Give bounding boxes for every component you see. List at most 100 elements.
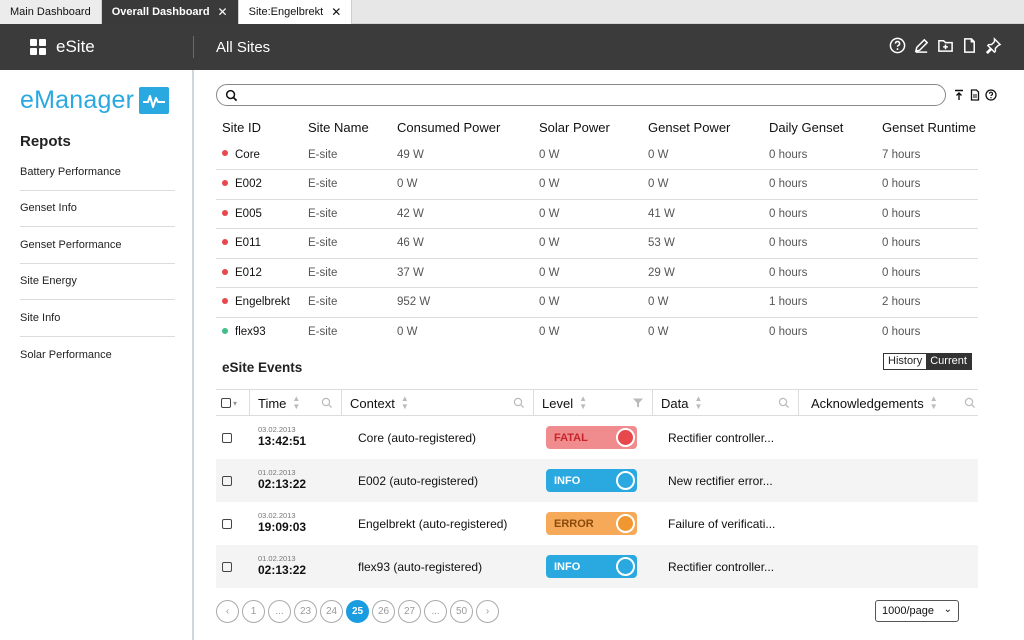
sites-column-5[interactable]: Daily Genset — [763, 114, 876, 140]
table-row[interactable]: flex93 E-site 0 W 0 W 0 W 0 hours 0 hours — [216, 317, 978, 347]
column-acknowledgements[interactable]: Acknowledgements ▲ ▼ — [799, 390, 978, 416]
toggle-history[interactable]: History — [884, 354, 926, 369]
search-input[interactable] — [243, 87, 933, 103]
level-badge[interactable]: ERROR — [546, 512, 637, 535]
level-badge[interactable]: INFO — [546, 469, 637, 492]
event-date: 01.02.2013 — [258, 468, 296, 477]
page-button[interactable]: 50 — [450, 600, 473, 623]
cell-text: 0 W — [539, 207, 560, 220]
sites-column-6[interactable]: Genset Runtime — [876, 114, 978, 140]
table-cell: 0 W — [642, 140, 763, 170]
level-knob-icon — [616, 428, 635, 447]
sort-icon[interactable]: ▲ ▼ — [930, 395, 938, 411]
sites-column-2[interactable]: Consumed Power — [391, 114, 533, 140]
per-page-select[interactable]: 1000/page ⌄ — [875, 600, 959, 622]
sidebar-item-genset-info[interactable]: Genset Info — [20, 191, 175, 227]
page-button[interactable]: 26 — [372, 600, 395, 623]
search-icon[interactable] — [513, 397, 525, 409]
page-button[interactable]: 24 — [320, 600, 343, 623]
table-cell: 7 hours — [876, 140, 978, 170]
close-icon[interactable]: ✕ — [218, 5, 228, 19]
add-folder-icon[interactable] — [937, 37, 954, 54]
event-context: Core (auto-registered) — [358, 431, 477, 445]
sidebar-item-battery-performance[interactable]: Battery Performance — [20, 154, 175, 191]
upload-icon[interactable] — [953, 89, 965, 101]
sort-icon[interactable]: ▲ ▼ — [694, 395, 702, 411]
table-cell: E011 — [216, 228, 302, 259]
close-icon[interactable]: ✕ — [331, 5, 341, 19]
next-page-button[interactable]: › — [476, 600, 499, 623]
column-level[interactable]: Level ▲ ▼ — [534, 390, 653, 416]
help-icon[interactable] — [889, 37, 906, 54]
table-row[interactable]: E011 E-site 46 W 0 W 53 W 0 hours 0 hours — [216, 228, 978, 259]
sites-column-3[interactable]: Solar Power — [533, 114, 642, 140]
column-context-label: Context — [350, 395, 395, 411]
table-row[interactable]: E012 E-site 37 W 0 W 29 W 0 hours 0 hours — [216, 258, 978, 288]
cell-text: 2 hours — [882, 296, 921, 309]
toggle-current[interactable]: Current — [926, 354, 971, 369]
table-row[interactable]: E005 E-site 42 W 0 W 41 W 0 hours 0 hours — [216, 199, 978, 229]
search-icon[interactable] — [321, 397, 333, 409]
edit-icon[interactable] — [913, 37, 930, 54]
help-icon[interactable] — [985, 89, 997, 101]
page-button[interactable]: 25 — [346, 600, 369, 623]
pin-icon[interactable] — [985, 37, 1002, 54]
event-data: Rectifier controller... — [668, 431, 775, 445]
cell-text: 0 W — [648, 296, 669, 309]
tab-1[interactable]: Overall Dashboard ✕ — [101, 0, 239, 24]
event-time: 19:09:03 — [258, 520, 307, 534]
tab-0[interactable]: Main Dashboard — [0, 0, 102, 24]
prev-page-button[interactable]: ‹ — [216, 600, 239, 623]
sort-icon[interactable]: ▲ ▼ — [401, 395, 409, 411]
table-cell: 0 W — [533, 317, 642, 347]
row-checkbox[interactable] — [222, 433, 232, 443]
table-row[interactable]: Engelbrekt E-site 952 W 0 W 0 W 1 hours 2 hour… — [216, 287, 978, 318]
search-icon[interactable] — [964, 397, 976, 409]
event-row[interactable]: 01.02.2013 02:13:22 E002 (auto-registered)… — [216, 459, 978, 502]
sidebar-item-site-energy[interactable]: Site Energy — [20, 264, 175, 300]
chevron-down-icon: ⌄ — [943, 604, 952, 615]
app-brand[interactable]: eSite — [30, 24, 95, 70]
row-checkbox[interactable] — [222, 519, 232, 529]
event-row[interactable]: 03.02.2013 19:09:03 Engelbrekt (auto-regis… — [216, 502, 978, 545]
sidebar-item-site-info[interactable]: Site Info — [20, 300, 175, 337]
table-cell: E-site — [302, 287, 391, 318]
sites-column-4[interactable]: Genset Power — [642, 114, 763, 140]
level-badge[interactable]: FATAL — [546, 426, 637, 449]
sort-icon[interactable]: ▲ ▼ — [579, 395, 587, 411]
events-title: eSite Events — [222, 360, 303, 375]
level-label: FATAL — [554, 431, 588, 444]
sites-column-1[interactable]: Site Name — [302, 114, 391, 140]
table-row[interactable]: Core E-site 49 W 0 W 0 W 0 hours 7 hours — [216, 140, 978, 170]
event-time: 02:13:22 — [258, 477, 307, 491]
table-cell: 41 W — [642, 199, 763, 229]
page-button[interactable]: 23 — [294, 600, 317, 623]
sidebar-item-genset-performance[interactable]: Genset Performance — [20, 227, 175, 264]
row-checkbox[interactable] — [222, 562, 232, 572]
row-checkbox[interactable] — [222, 476, 232, 486]
search-icon[interactable] — [778, 397, 790, 409]
document-icon[interactable] — [961, 37, 978, 54]
event-data: Failure of verificati... — [668, 517, 776, 531]
level-badge[interactable]: INFO — [546, 555, 637, 578]
column-time[interactable]: Time ▲ ▼ — [250, 390, 342, 416]
table-row[interactable]: E002 E-site 0 W 0 W 0 W 0 hours 0 hours — [216, 169, 978, 200]
document-icon[interactable] — [969, 89, 981, 101]
tab-2[interactable]: Site:Engelbrekt ✕ — [238, 0, 353, 24]
page-button[interactable]: 27 — [398, 600, 421, 623]
sites-column-0[interactable]: Site ID — [216, 114, 302, 140]
column-data[interactable]: Data ▲ ▼ — [653, 390, 799, 416]
logo-text: eManager — [20, 86, 135, 114]
event-row[interactable]: 01.02.2013 02:13:22 flex93 (auto-registere… — [216, 545, 978, 588]
app-name: eSite — [56, 37, 95, 56]
event-row[interactable]: 03.02.2013 13:42:51 Core (auto-registered)… — [216, 416, 978, 459]
cell-text: 41 W — [648, 207, 675, 220]
select-all-checkbox[interactable] — [221, 398, 231, 408]
sort-icon[interactable]: ▲ ▼ — [292, 395, 300, 411]
column-context[interactable]: Context ▲ ▼ — [342, 390, 534, 416]
cell-text: E-site — [308, 178, 338, 191]
page-button[interactable]: 1 — [242, 600, 265, 623]
filter-icon[interactable] — [632, 397, 644, 409]
chevron-down-icon[interactable]: ▾ — [233, 399, 237, 408]
sidebar-item-solar-performance[interactable]: Solar Performance — [20, 337, 175, 374]
